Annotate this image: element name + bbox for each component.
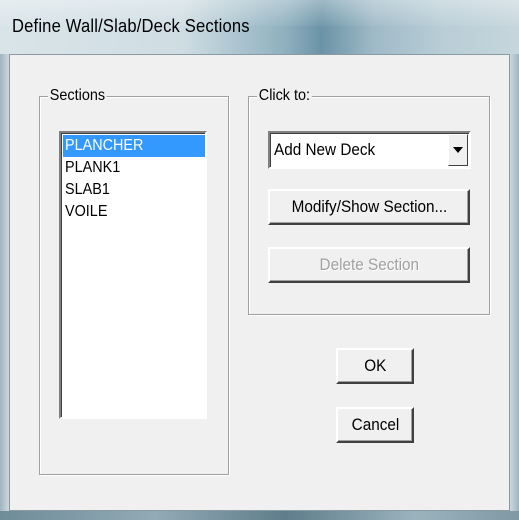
list-item-label: PLANK1: [65, 159, 121, 176]
modify-show-section-label: Modify/Show Section...: [291, 197, 447, 216]
sections-listbox[interactable]: PLANCHER PLANK1 SLAB1 VOILE: [59, 131, 207, 419]
list-item[interactable]: VOILE: [63, 201, 205, 223]
dropdown-selected-value: Add New Deck: [274, 140, 376, 159]
ok-button[interactable]: OK: [336, 348, 414, 384]
list-item-label: PLANCHER: [65, 137, 144, 154]
define-sections-dialog: Define Wall/Slab/Deck Sections Sections …: [0, 0, 519, 520]
cancel-button-label: Cancel: [351, 415, 399, 434]
window-bottom-border: [0, 511, 519, 520]
list-item[interactable]: PLANK1: [63, 157, 205, 179]
cancel-button[interactable]: Cancel: [336, 407, 414, 443]
ok-button-label: OK: [363, 356, 387, 375]
chevron-down-icon[interactable]: [448, 134, 468, 166]
list-item[interactable]: SLAB1: [63, 179, 205, 201]
click-to-group-label: Click to:: [257, 87, 312, 105]
list-item-label: VOILE: [65, 203, 108, 220]
modify-show-section-button[interactable]: Modify/Show Section...: [268, 189, 470, 225]
title-bar[interactable]: Define Wall/Slab/Deck Sections: [0, 0, 519, 54]
list-item-label: SLAB1: [65, 181, 110, 198]
sections-group-label: Sections: [48, 87, 107, 105]
window-title: Define Wall/Slab/Deck Sections: [12, 16, 250, 36]
delete-section-label: Delete Section: [319, 255, 419, 274]
delete-section-button[interactable]: Delete Section: [268, 247, 470, 283]
list-item[interactable]: PLANCHER: [63, 135, 205, 157]
add-section-dropdown[interactable]: Add New Deck: [268, 131, 471, 169]
